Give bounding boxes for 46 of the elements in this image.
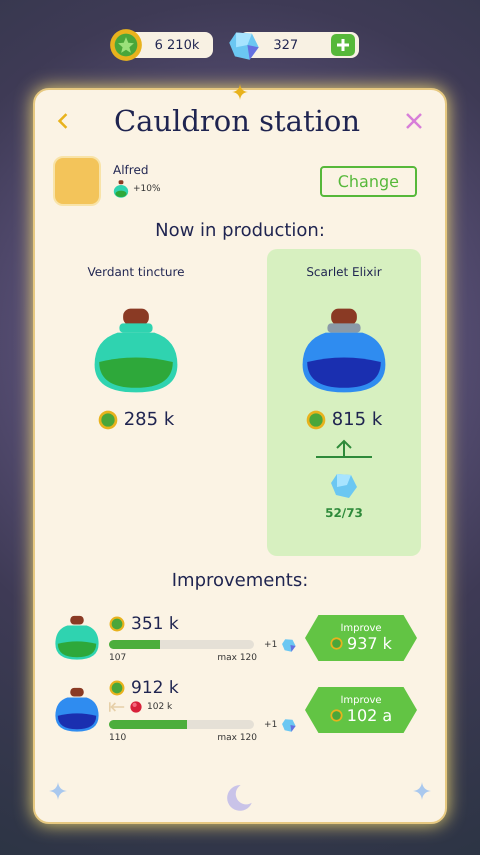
reward-text: +1 [264, 720, 278, 730]
bonus-text: +10% [133, 184, 161, 194]
coin-icon [330, 637, 344, 650]
arrow-left-icon [109, 700, 125, 712]
reward-text: +1 [264, 640, 278, 650]
coin-icon [109, 680, 125, 696]
coin-icon [98, 410, 118, 430]
coin-icon [109, 616, 125, 632]
improve-button[interactable]: Improve 937 k [305, 615, 417, 661]
product-card[interactable]: Scarlet Elixir 815 k 52/73 [267, 249, 421, 556]
level-max: max 120 [217, 732, 257, 742]
change-button[interactable]: Change [320, 166, 417, 196]
currency-amount: 327 [272, 38, 300, 52]
level-max: max 120 [217, 652, 257, 662]
crystal-icon [281, 716, 297, 732]
ruby-icon [129, 700, 143, 714]
sparkle-icon [49, 782, 67, 800]
improvement-price: 912 k [131, 678, 179, 698]
chevron-left-icon [57, 112, 69, 130]
worker-name: Alfred [113, 163, 150, 177]
upgrade-progress: 52/73 [325, 506, 363, 520]
product-card[interactable]: Verdant tincture 285 k [59, 249, 213, 556]
section-heading: Now in production: [154, 220, 326, 241]
coin-icon [306, 410, 326, 430]
extra-cost: 102 k [147, 702, 172, 712]
level-start: 107 [109, 652, 126, 662]
product-price: 815 k [332, 409, 382, 430]
level-start: 110 [109, 732, 126, 742]
coin-icon [330, 709, 343, 722]
currency-amount: 6 210k [154, 38, 200, 52]
crystal-icon [281, 636, 297, 652]
add-button[interactable] [331, 34, 356, 56]
coin-icon [108, 28, 143, 62]
product-price: 285 k [124, 409, 174, 430]
close-icon [404, 112, 423, 130]
product-name: Verdant tincture [86, 264, 186, 281]
bottle-icon [113, 179, 129, 199]
improve-button[interactable]: Improve 102 a [305, 687, 417, 733]
panel-title: Cauldron station [114, 104, 360, 138]
sparkle-icon [413, 782, 431, 800]
improvement-price: 351 k [131, 614, 179, 634]
up-arrow-icon [316, 438, 372, 458]
plus-icon [336, 38, 350, 52]
section-heading: Improvements: [170, 570, 310, 591]
product-name: Scarlet Elixir [305, 264, 383, 281]
sparkle-icon [232, 84, 248, 100]
